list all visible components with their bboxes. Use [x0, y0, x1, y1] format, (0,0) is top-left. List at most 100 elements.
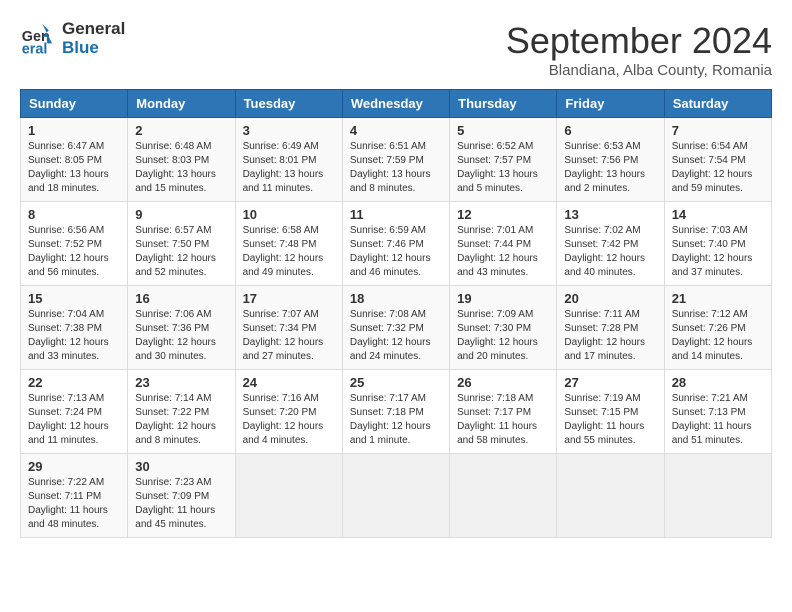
- week-row-3: 15Sunrise: 7:04 AM Sunset: 7:38 PM Dayli…: [21, 286, 772, 370]
- calendar-cell: 14 Sunrise: 7:03 AM Sunset: 7:40 PM Dayli…: [664, 202, 771, 286]
- calendar-cell: [235, 454, 342, 538]
- day-number: 25: [350, 375, 442, 390]
- calendar-cell: 2 Sunrise: 6:48 AM Sunset: 8:03 PM Daylig…: [128, 118, 235, 202]
- logo-text: General Blue: [62, 20, 125, 57]
- day-info: Sunrise: 6:53 AM Sunset: 7:56 PM Dayligh…: [564, 140, 656, 196]
- day-info: Sunrise: 6:57 AM Sunset: 7:50 PM Dayligh…: [135, 224, 227, 280]
- calendar-cell: [450, 454, 557, 538]
- day-info: Sunrise: 7:23 AM Sunset: 7:09 PM Dayligh…: [135, 476, 227, 532]
- day-info: Sunrise: 7:22 AM Sunset: 7:11 PM Dayligh…: [28, 476, 120, 532]
- calendar-cell: 1 Sunrise: 6:47 AM Sunset: 8:05 PM Daylig…: [21, 118, 128, 202]
- logo: Gen eral General Blue: [20, 20, 125, 57]
- calendar-cell: 25 Sunrise: 7:17 AM Sunset: 7:18 PM Dayli…: [342, 370, 449, 454]
- month-title: September 2024: [506, 20, 772, 62]
- day-number: 22: [28, 375, 120, 390]
- day-number: 2: [135, 123, 227, 138]
- day-info: Sunrise: 7:11 AM Sunset: 7:28 PM Dayligh…: [564, 308, 656, 364]
- calendar-cell: 17 Sunrise: 7:07 AM Sunset: 7:34 PM Dayli…: [235, 286, 342, 370]
- page-header: Gen eral General Blue September 2024 Bla…: [20, 20, 772, 79]
- week-row-4: 22Sunrise: 7:13 AM Sunset: 7:24 PM Dayli…: [21, 370, 772, 454]
- day-info: Sunrise: 7:16 AM Sunset: 7:20 PM Dayligh…: [243, 392, 335, 448]
- column-header-friday: Friday: [557, 90, 664, 118]
- day-number: 17: [243, 291, 335, 306]
- day-number: 13: [564, 207, 656, 222]
- calendar-cell: 15Sunrise: 7:04 AM Sunset: 7:38 PM Dayli…: [21, 286, 128, 370]
- title-block: September 2024 Blandiana, Alba County, R…: [506, 20, 772, 79]
- calendar-cell: 19 Sunrise: 7:09 AM Sunset: 7:30 PM Dayli…: [450, 286, 557, 370]
- column-header-thursday: Thursday: [450, 90, 557, 118]
- logo-icon: Gen eral: [20, 21, 56, 57]
- day-info: Sunrise: 7:21 AM Sunset: 7:13 PM Dayligh…: [672, 392, 764, 448]
- day-number: 30: [135, 459, 227, 474]
- day-info: Sunrise: 6:54 AM Sunset: 7:54 PM Dayligh…: [672, 140, 764, 196]
- column-header-tuesday: Tuesday: [235, 90, 342, 118]
- calendar-cell: 30 Sunrise: 7:23 AM Sunset: 7:09 PM Dayli…: [128, 454, 235, 538]
- calendar-cell: 24 Sunrise: 7:16 AM Sunset: 7:20 PM Dayli…: [235, 370, 342, 454]
- day-number: 27: [564, 375, 656, 390]
- day-info: Sunrise: 7:19 AM Sunset: 7:15 PM Dayligh…: [564, 392, 656, 448]
- calendar-cell: 16 Sunrise: 7:06 AM Sunset: 7:36 PM Dayli…: [128, 286, 235, 370]
- day-number: 24: [243, 375, 335, 390]
- day-number: 19: [457, 291, 549, 306]
- calendar-cell: 10 Sunrise: 6:58 AM Sunset: 7:48 PM Dayli…: [235, 202, 342, 286]
- calendar-cell: 3 Sunrise: 6:49 AM Sunset: 8:01 PM Daylig…: [235, 118, 342, 202]
- calendar-cell: 26Sunrise: 7:18 AM Sunset: 7:17 PM Dayli…: [450, 370, 557, 454]
- day-number: 28: [672, 375, 764, 390]
- day-number: 7: [672, 123, 764, 138]
- day-number: 14: [672, 207, 764, 222]
- day-info: Sunrise: 6:52 AM Sunset: 7:57 PM Dayligh…: [457, 140, 549, 196]
- calendar-cell: 13 Sunrise: 7:02 AM Sunset: 7:42 PM Dayli…: [557, 202, 664, 286]
- day-info: Sunrise: 6:48 AM Sunset: 8:03 PM Dayligh…: [135, 140, 227, 196]
- day-info: Sunrise: 6:56 AM Sunset: 7:52 PM Dayligh…: [28, 224, 120, 280]
- day-number: 1: [28, 123, 120, 138]
- day-number: 5: [457, 123, 549, 138]
- calendar-cell: 8 Sunrise: 6:56 AM Sunset: 7:52 PM Daylig…: [21, 202, 128, 286]
- day-info: Sunrise: 7:17 AM Sunset: 7:18 PM Dayligh…: [350, 392, 442, 448]
- column-header-wednesday: Wednesday: [342, 90, 449, 118]
- day-number: 12: [457, 207, 549, 222]
- day-number: 3: [243, 123, 335, 138]
- day-info: Sunrise: 7:07 AM Sunset: 7:34 PM Dayligh…: [243, 308, 335, 364]
- calendar-header-row: SundayMondayTuesdayWednesdayThursdayFrid…: [21, 90, 772, 118]
- location-subtitle: Blandiana, Alba County, Romania: [506, 62, 772, 79]
- calendar-table: SundayMondayTuesdayWednesdayThursdayFrid…: [20, 89, 772, 538]
- day-number: 29: [28, 459, 120, 474]
- day-number: 8: [28, 207, 120, 222]
- day-number: 10: [243, 207, 335, 222]
- column-header-saturday: Saturday: [664, 90, 771, 118]
- day-info: Sunrise: 6:58 AM Sunset: 7:48 PM Dayligh…: [243, 224, 335, 280]
- day-info: Sunrise: 6:47 AM Sunset: 8:05 PM Dayligh…: [28, 140, 120, 196]
- day-info: Sunrise: 7:01 AM Sunset: 7:44 PM Dayligh…: [457, 224, 549, 280]
- calendar-cell: 11Sunrise: 6:59 AM Sunset: 7:46 PM Dayli…: [342, 202, 449, 286]
- calendar-cell: 21 Sunrise: 7:12 AM Sunset: 7:26 PM Dayli…: [664, 286, 771, 370]
- day-number: 18: [350, 291, 442, 306]
- day-number: 26: [457, 375, 549, 390]
- week-row-2: 8 Sunrise: 6:56 AM Sunset: 7:52 PM Daylig…: [21, 202, 772, 286]
- svg-text:eral: eral: [22, 41, 48, 57]
- day-number: 20: [564, 291, 656, 306]
- calendar-cell: 22Sunrise: 7:13 AM Sunset: 7:24 PM Dayli…: [21, 370, 128, 454]
- calendar-cell: 4Sunrise: 6:51 AM Sunset: 7:59 PM Daylig…: [342, 118, 449, 202]
- calendar-cell: [342, 454, 449, 538]
- day-number: 23: [135, 375, 227, 390]
- calendar-cell: 9Sunrise: 6:57 AM Sunset: 7:50 PM Daylig…: [128, 202, 235, 286]
- calendar-cell: 5 Sunrise: 6:52 AM Sunset: 7:57 PM Daylig…: [450, 118, 557, 202]
- day-info: Sunrise: 7:02 AM Sunset: 7:42 PM Dayligh…: [564, 224, 656, 280]
- day-number: 21: [672, 291, 764, 306]
- calendar-cell: 6Sunrise: 6:53 AM Sunset: 7:56 PM Daylig…: [557, 118, 664, 202]
- day-info: Sunrise: 7:06 AM Sunset: 7:36 PM Dayligh…: [135, 308, 227, 364]
- calendar-cell: [557, 454, 664, 538]
- calendar-cell: 29 Sunrise: 7:22 AM Sunset: 7:11 PM Dayli…: [21, 454, 128, 538]
- column-header-monday: Monday: [128, 90, 235, 118]
- calendar-cell: 7 Sunrise: 6:54 AM Sunset: 7:54 PM Daylig…: [664, 118, 771, 202]
- week-row-5: 29 Sunrise: 7:22 AM Sunset: 7:11 PM Dayli…: [21, 454, 772, 538]
- day-number: 15: [28, 291, 120, 306]
- calendar-cell: 23Sunrise: 7:14 AM Sunset: 7:22 PM Dayli…: [128, 370, 235, 454]
- day-info: Sunrise: 7:03 AM Sunset: 7:40 PM Dayligh…: [672, 224, 764, 280]
- day-info: Sunrise: 7:09 AM Sunset: 7:30 PM Dayligh…: [457, 308, 549, 364]
- day-info: Sunrise: 7:12 AM Sunset: 7:26 PM Dayligh…: [672, 308, 764, 364]
- calendar-cell: 20 Sunrise: 7:11 AM Sunset: 7:28 PM Dayli…: [557, 286, 664, 370]
- day-number: 16: [135, 291, 227, 306]
- day-info: Sunrise: 6:49 AM Sunset: 8:01 PM Dayligh…: [243, 140, 335, 196]
- day-number: 4: [350, 123, 442, 138]
